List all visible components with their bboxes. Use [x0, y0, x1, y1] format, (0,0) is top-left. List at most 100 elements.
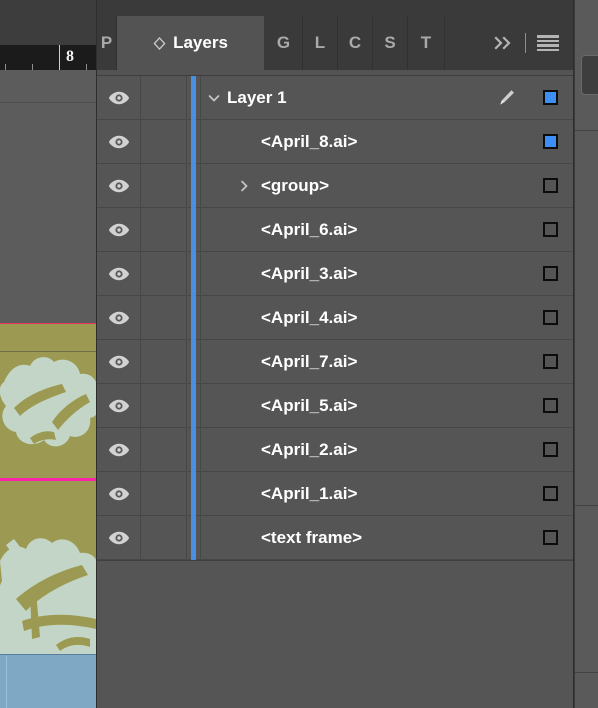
lock-toggle[interactable] [141, 340, 187, 383]
tab-g[interactable]: G [265, 16, 303, 70]
lock-toggle[interactable] [141, 472, 187, 515]
visibility-toggle[interactable] [97, 428, 141, 471]
layer-name-cell[interactable]: <April_3.ai> [201, 252, 485, 295]
selection-target-cell[interactable] [527, 252, 573, 295]
chevron-right-icon[interactable] [237, 179, 251, 193]
layer-name-cell[interactable]: <April_4.ai> [201, 296, 485, 339]
visibility-toggle[interactable] [97, 208, 141, 251]
panel-drag-bar[interactable] [97, 0, 573, 16]
layer-color-indicator [187, 251, 201, 296]
selection-indicator[interactable] [542, 310, 558, 325]
visibility-toggle[interactable] [97, 76, 141, 119]
tab-layers[interactable]: Layers [117, 16, 265, 70]
layer-name-cell[interactable]: <April_6.ai> [201, 208, 485, 251]
layer-row[interactable]: <April_5.ai> [97, 383, 573, 428]
layer-row[interactable]: <April_8.ai> [97, 119, 573, 164]
layer-row[interactable]: <April_2.ai> [97, 427, 573, 472]
artboard-divider [0, 102, 110, 103]
canvas-artboard[interactable] [0, 70, 110, 708]
layer-name-cell[interactable]: <April_7.ai> [201, 340, 485, 383]
layer-list-empty-area[interactable] [97, 560, 573, 708]
selection-indicator[interactable] [542, 530, 558, 545]
document-canvas[interactable]: 8 [0, 0, 110, 708]
selection-target-cell[interactable] [527, 164, 573, 207]
selection-target-cell[interactable] [527, 340, 573, 383]
layer-name: <April_6.ai> [261, 219, 358, 239]
tab-s[interactable]: S [373, 16, 408, 70]
pen-target-placeholder [485, 340, 527, 383]
layer-name-cell[interactable]: <April_1.ai> [201, 472, 485, 515]
lock-toggle[interactable] [141, 76, 187, 119]
layer-row[interactable]: Layer 1 [97, 75, 573, 120]
lock-toggle[interactable] [141, 428, 187, 471]
dock-divider [575, 130, 598, 131]
pen-target-indicator[interactable] [485, 76, 527, 119]
visibility-toggle[interactable] [97, 516, 141, 559]
visibility-toggle[interactable] [97, 472, 141, 515]
layer-row[interactable]: <text frame> [97, 515, 573, 560]
layer-name-cell[interactable]: <April_5.ai> [201, 384, 485, 427]
layer-color-indicator [187, 515, 201, 560]
layer-name-cell[interactable]: <group> [201, 164, 485, 207]
ruler-label: 8 [66, 48, 74, 65]
selection-indicator[interactable] [542, 266, 558, 281]
tab-p[interactable]: P [97, 16, 117, 70]
visibility-toggle[interactable] [97, 384, 141, 427]
selection-indicator[interactable] [542, 354, 558, 369]
selection-target-cell[interactable] [527, 76, 573, 119]
ruler-major-mark [59, 45, 60, 70]
layer-row[interactable]: <April_4.ai> [97, 295, 573, 340]
selection-indicator[interactable] [542, 90, 558, 105]
lock-toggle[interactable] [141, 296, 187, 339]
tab-label: Layers [173, 33, 228, 52]
lock-toggle[interactable] [141, 384, 187, 427]
layer-row[interactable]: <April_3.ai> [97, 251, 573, 296]
layer-color-indicator [187, 471, 201, 516]
layer-row[interactable]: <group> [97, 163, 573, 208]
selection-target-cell[interactable] [527, 208, 573, 251]
chevron-down-icon[interactable] [207, 91, 221, 105]
selection-indicator[interactable] [542, 442, 558, 457]
layer-name-cell[interactable]: <April_2.ai> [201, 428, 485, 471]
layer-name-cell[interactable]: <April_8.ai> [201, 120, 485, 163]
selection-target-cell[interactable] [527, 296, 573, 339]
visibility-toggle[interactable] [97, 340, 141, 383]
dock-icon-button[interactable] [581, 55, 598, 95]
lock-toggle[interactable] [141, 208, 187, 251]
hamburger-menu-icon[interactable] [537, 35, 559, 51]
layer-name-cell[interactable]: Layer 1 [201, 76, 485, 119]
selection-target-cell[interactable] [527, 120, 573, 163]
selection-target-cell[interactable] [527, 472, 573, 515]
tab-l[interactable]: L [303, 16, 338, 70]
lock-toggle[interactable] [141, 164, 187, 207]
selection-indicator[interactable] [542, 134, 558, 149]
selection-target-cell[interactable] [527, 384, 573, 427]
visibility-toggle[interactable] [97, 296, 141, 339]
lock-toggle[interactable] [141, 516, 187, 559]
horizontal-ruler[interactable]: 8 [0, 45, 110, 70]
selection-indicator[interactable] [542, 178, 558, 193]
layer-row[interactable]: <April_1.ai> [97, 471, 573, 516]
lock-toggle[interactable] [141, 252, 187, 295]
selection-target-cell[interactable] [527, 428, 573, 471]
pen-target-placeholder [485, 252, 527, 295]
double-chevron-right-icon[interactable] [494, 35, 514, 51]
visibility-toggle[interactable] [97, 252, 141, 295]
tab-label: L [314, 33, 326, 52]
selection-indicator[interactable] [542, 398, 558, 413]
selection-target-cell[interactable] [527, 516, 573, 559]
selection-indicator[interactable] [542, 222, 558, 237]
right-dock-strip [574, 0, 598, 708]
layer-row[interactable]: <April_7.ai> [97, 339, 573, 384]
tab-t[interactable]: T [408, 16, 445, 70]
visibility-toggle[interactable] [97, 120, 141, 163]
layer-color-indicator [187, 207, 201, 252]
eye-icon [108, 531, 129, 544]
visibility-toggle[interactable] [97, 164, 141, 207]
layer-name: <April_2.ai> [261, 439, 358, 459]
selection-indicator[interactable] [542, 486, 558, 501]
lock-toggle[interactable] [141, 120, 187, 163]
layer-row[interactable]: <April_6.ai> [97, 207, 573, 252]
layer-name-cell[interactable]: <text frame> [201, 516, 485, 559]
tab-c[interactable]: C [338, 16, 373, 70]
